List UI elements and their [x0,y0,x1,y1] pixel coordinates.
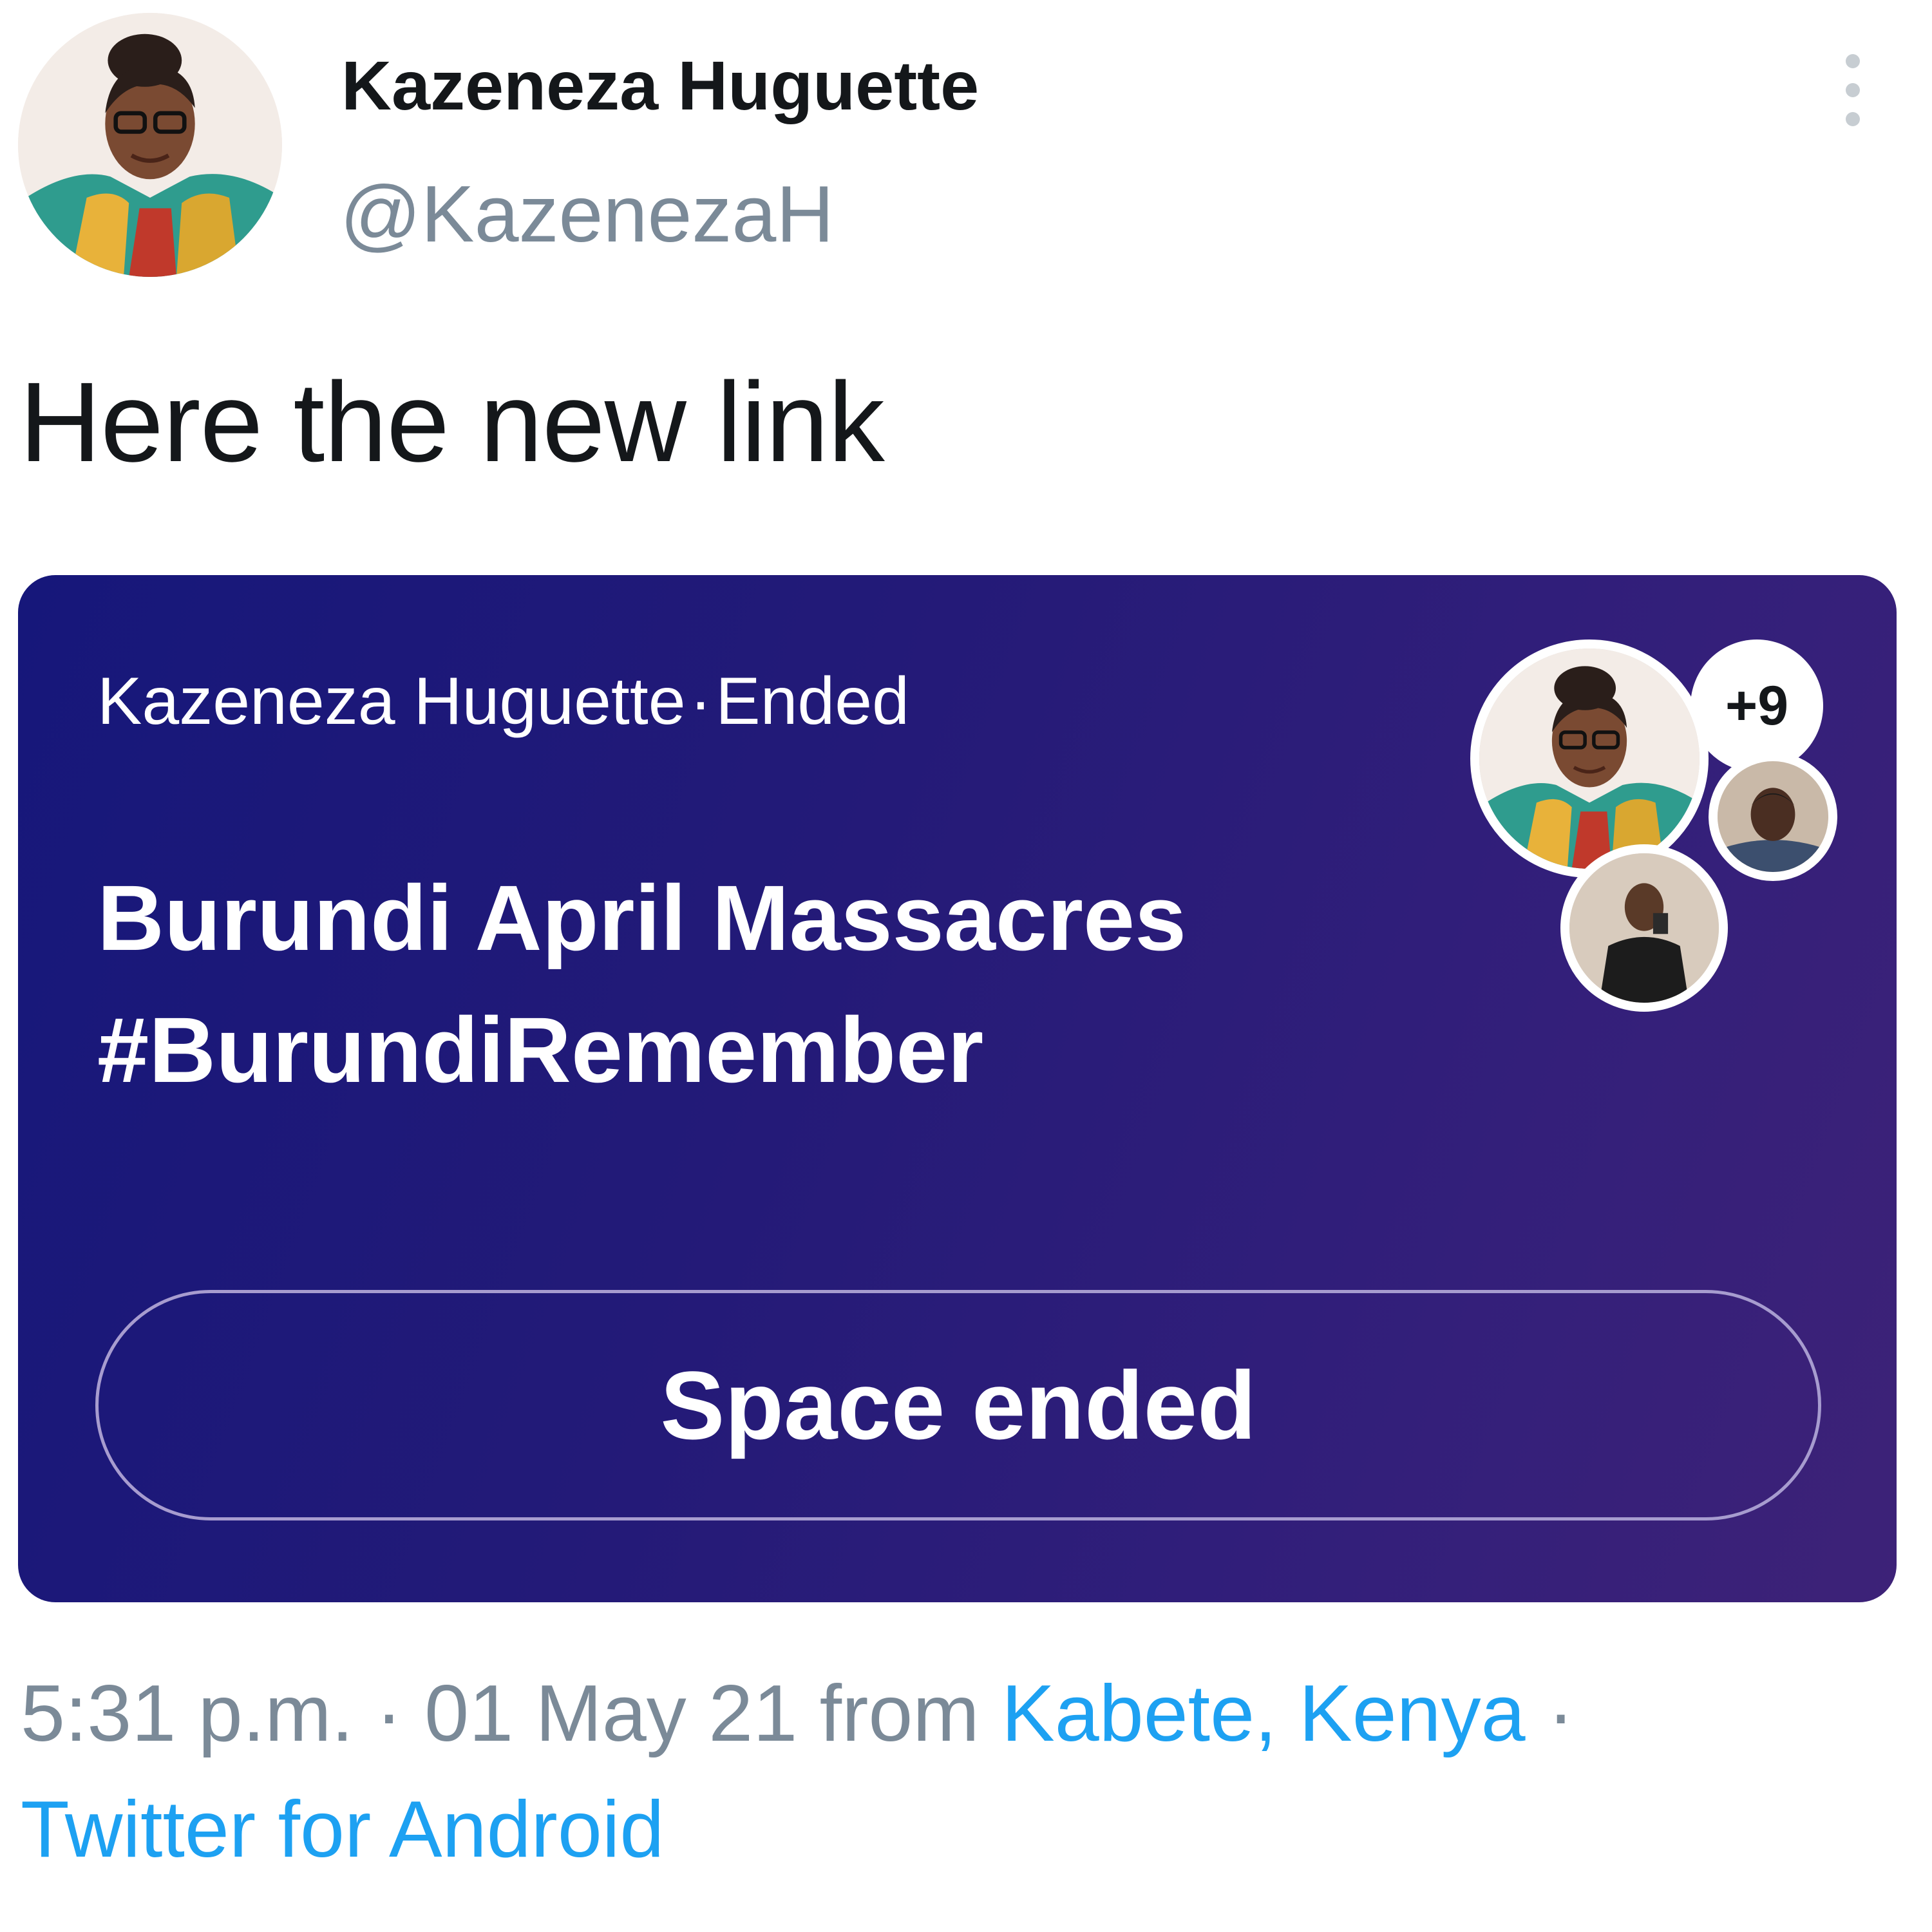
speaker-photo-icon [1569,853,1719,1003]
avatar-photo-icon [18,13,282,277]
author-display-name[interactable]: Kazeneza Huguette [341,45,979,126]
host-speaker-avatar [1470,639,1709,878]
tweet-date: 01 May 21 [424,1669,798,1758]
space-title-line-1: Burundi April Massacres [97,866,1187,970]
author-handle[interactable]: @KazenezaH [340,169,834,260]
meta-separator: · [689,664,712,739]
tweet-detail: Kazeneza Huguette @KazenezaH Here the ne… [0,0,1932,1932]
space-host-name: Kazeneza Huguette [97,664,686,739]
space-title: Burundi April Massacres #BurundiRemember [97,852,1450,1116]
more-options-icon[interactable] [1842,54,1864,131]
speaker-avatar [1709,752,1837,881]
space-status: Ended [715,664,909,739]
from-label: from [797,1669,1002,1758]
space-card[interactable]: Kazeneza Huguette·Ended Burundi April Ma… [18,575,1897,1602]
tweet-source: Twitter for Android [21,1784,664,1875]
tweet-text: Here the new link [19,359,885,486]
extra-speakers-count: +9 [1690,639,1823,772]
meta-separator: · [353,1669,425,1758]
space-meta: Kazeneza Huguette·Ended [97,663,909,740]
host-photo-icon [1479,649,1700,869]
author-avatar[interactable] [18,13,282,277]
tweet-metadata: 5:31 p.m. · 01 May 21 from Kabete, Kenya… [21,1668,1574,1759]
source-link[interactable]: Twitter for Android [21,1785,664,1874]
space-title-line-2: #BurundiRemember [97,998,984,1102]
tweet-time: 5:31 p.m. [21,1669,354,1758]
location-link[interactable]: Kabete, Kenya [1001,1669,1526,1758]
space-ended-button[interactable]: Space ended [95,1290,1821,1520]
meta-separator: · [1525,1669,1575,1758]
speaker-photo-icon [1718,761,1828,872]
speaker-avatar [1560,844,1728,1012]
speaker-avatars: +9 [1470,639,1857,1026]
